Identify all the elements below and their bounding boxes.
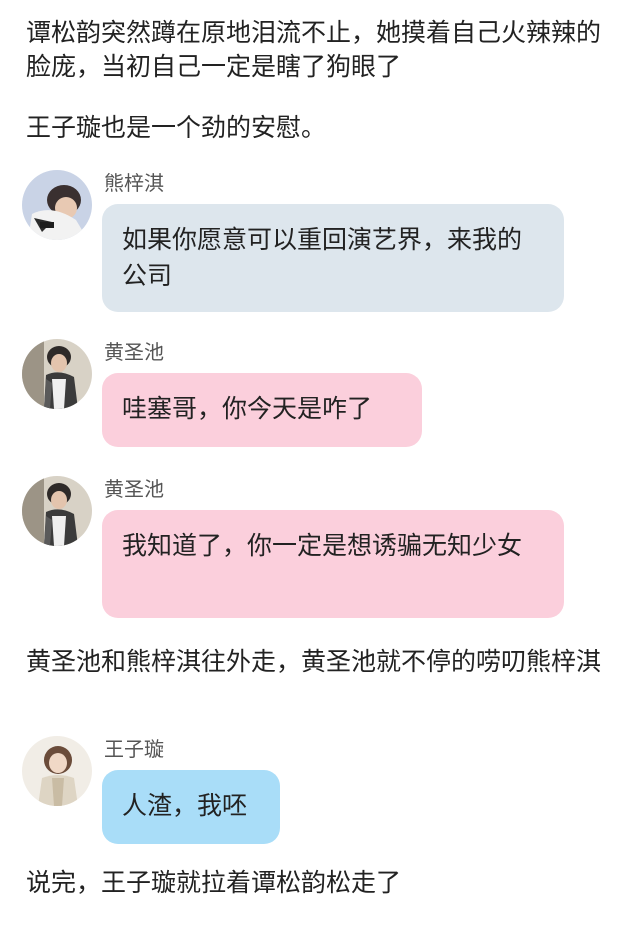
avatar-image [22,476,92,546]
narration-paragraph: 说完，王子璇就拉着谭松韵松走了 [26,868,402,897]
message-bubble: 我知道了，你一定是想诱骗无知少女 [102,510,564,618]
message-text: 哇塞哥，你今天是咋了 [122,394,373,423]
message-bubble: 人渣，我呸 [102,770,280,844]
sender-name: 黄圣池 [104,340,164,364]
sender-name: 黄圣池 [104,477,164,501]
message-bubble: 哇塞哥，你今天是咋了 [102,373,422,447]
narration-paragraph: 黄圣池和熊梓淇往外走，黄圣池就不停的唠叨熊梓淇 [26,647,602,676]
message-text: 我知道了，你一定是想诱骗无知少女 [122,531,523,560]
chat-story-page: 谭松韵突然蹲在原地泪流不止，她摸着自己火辣辣的脸庞，当初自己一定是瞎了狗眼了 王… [0,0,640,946]
narration-paragraph: 谭松韵突然蹲在原地泪流不止，她摸着自己火辣辣的脸庞，当初自己一定是瞎了狗眼了 [26,18,602,81]
avatar-wang-icon[interactable] [22,736,92,806]
avatar-xiong-icon[interactable] [22,170,92,240]
sender-name: 熊梓淇 [104,171,164,195]
narration-paragraph: 王子璇也是一个劲的安慰。 [26,113,327,142]
avatar-huang-icon[interactable] [22,476,92,546]
sender-name: 王子璇 [104,737,164,761]
avatar-huang-icon[interactable] [22,339,92,409]
message-text: 人渣，我呸 [122,791,248,820]
avatar-image [22,170,92,240]
message-bubble: 如果你愿意可以重回演艺界，来我的公司 [102,204,564,312]
avatar-image [22,736,92,806]
message-text: 如果你愿意可以重回演艺界，来我的公司 [122,225,523,290]
avatar-image [22,339,92,409]
